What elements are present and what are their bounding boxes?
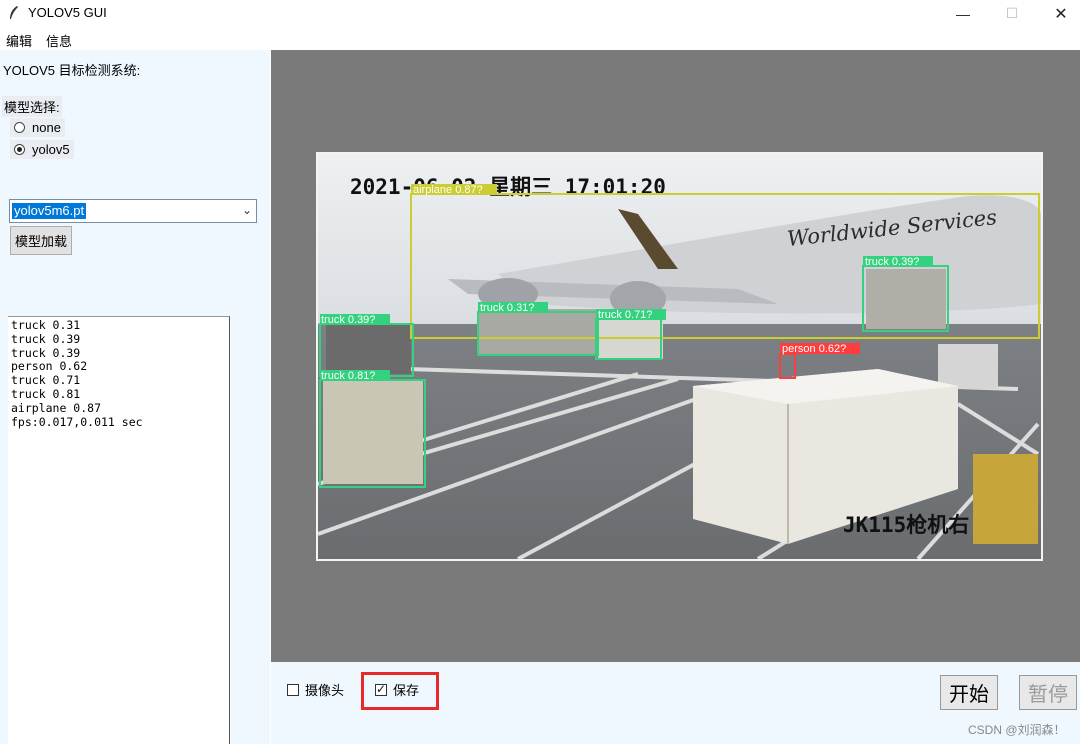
- detection-label: truck 0.81?: [321, 370, 375, 382]
- radio-none[interactable]: none: [10, 118, 65, 137]
- radio-yolov5-indicator[interactable]: [14, 144, 25, 155]
- system-title: YOLOV5 目标检测系统:: [3, 63, 141, 78]
- watermark-text: CSDN @刘润森！: [968, 723, 1066, 737]
- radio-yolov5[interactable]: yolov5: [10, 140, 74, 159]
- detection-label: airplane 0.87?: [413, 184, 483, 196]
- detection-log[interactable]: truck 0.31 truck 0.39 truck 0.39 person 0.6…: [8, 316, 230, 744]
- load-model-button[interactable]: 模型加载: [10, 226, 72, 255]
- pause-button[interactable]: 暂停: [1019, 675, 1077, 710]
- log-line: truck 0.39: [11, 345, 81, 360]
- title-bar: YOLOV5 GUI — ☐ ✕: [0, 0, 1080, 27]
- chevron-down-icon[interactable]: ⌄: [242, 203, 252, 217]
- log-line: truck 0.31: [11, 318, 81, 332]
- detection-label: truck 0.71?: [598, 309, 652, 321]
- maximize-button[interactable]: ☐: [989, 0, 1035, 27]
- save-checkbox-label: 保存: [393, 683, 420, 698]
- log-line: person 0.62: [11, 359, 88, 374]
- close-button[interactable]: ✕: [1038, 0, 1080, 27]
- model-select-label: 模型选择:: [2, 96, 62, 117]
- menu-info[interactable]: 信息: [46, 31, 72, 50]
- log-line: fps:0.017,0.011 sec: [11, 414, 143, 429]
- start-button[interactable]: 开始: [940, 675, 998, 710]
- weights-combobox[interactable]: yolov5m6.pt ⌄: [9, 199, 257, 223]
- save-checkbox-box[interactable]: [375, 682, 387, 696]
- detection-label: truck 0.39?: [321, 314, 375, 326]
- camera-checkbox-label: 摄像头: [305, 683, 345, 698]
- detection-image: Worldwide Services 2021-06-02 星期三 17:01:…: [316, 152, 1043, 561]
- log-line: airplane 0.87: [11, 400, 102, 415]
- minimize-button[interactable]: —: [940, 0, 986, 27]
- timestamp-overlay: 2021-06-02 星期三 17:01:20: [350, 175, 666, 199]
- left-panel: YOLOV5 目标检测系统: 模型选择: none yolov5 yolov5m…: [0, 50, 270, 744]
- detection-label: truck 0.31?: [480, 302, 534, 314]
- radio-none-label: none: [32, 120, 61, 135]
- camera-name-overlay: JK115枪机右: [843, 513, 969, 537]
- log-line: truck 0.39: [11, 331, 81, 346]
- camera-checkbox[interactable]: 摄像头: [287, 680, 344, 699]
- weights-selected-value: yolov5m6.pt: [12, 203, 87, 219]
- radio-yolov5-label: yolov5: [32, 142, 70, 157]
- airport-scene: Worldwide Services 2021-06-02 星期三 17:01:…: [318, 154, 1041, 559]
- save-checkbox[interactable]: 保存: [375, 680, 419, 699]
- window-title: YOLOV5 GUI: [28, 5, 107, 20]
- detection-label: person 0.62?: [782, 343, 846, 355]
- detection-label: truck 0.39?: [865, 256, 919, 268]
- radio-none-indicator[interactable]: [14, 122, 25, 133]
- menu-edit[interactable]: 编辑: [6, 31, 32, 50]
- feather-icon: [10, 6, 18, 19]
- camera-checkbox-box[interactable]: [287, 683, 299, 696]
- log-line: truck 0.71: [11, 373, 81, 388]
- log-line: truck 0.81: [11, 386, 81, 401]
- menu-bar: 编辑 信息: [0, 28, 1080, 50]
